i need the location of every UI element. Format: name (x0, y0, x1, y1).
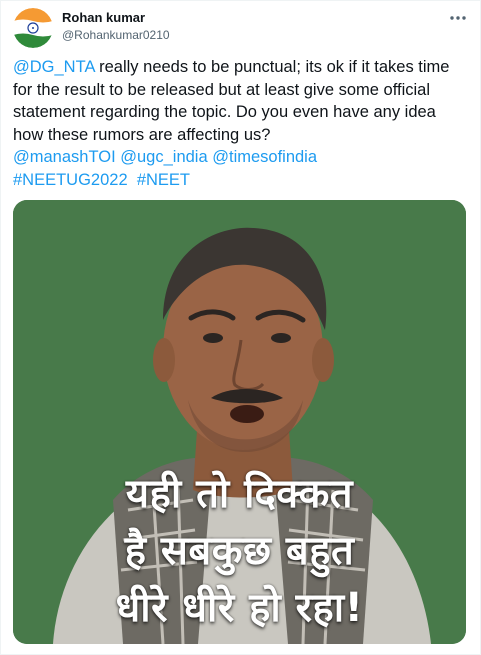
author-handle[interactable]: @Rohankumar0210 (62, 27, 170, 43)
tweet-media[interactable]: यही तो दिक्कत है सबकुछ बहुत धीरे धीरे हो… (13, 200, 466, 644)
meme-caption-line-1: यही तो दिक्कत (125, 471, 354, 517)
tweet-mentions: @manashTOI @ugc_india @timesofindia (13, 146, 469, 169)
mention-ugc-india[interactable]: @ugc_india (120, 148, 207, 166)
tweet-header: Rohan kumar @Rohankumar0210 (13, 8, 468, 48)
more-options-icon[interactable] (448, 10, 468, 26)
meme-caption-line-3: धीरे धीरे हो रहा! (115, 585, 364, 631)
hashtag-neetug2022[interactable]: #NEETUG2022 (13, 171, 128, 189)
tweet-text: @DG_NTA really needs to be punctual; its… (13, 56, 469, 191)
india-flag-avatar[interactable] (13, 8, 53, 48)
tweet-hashtags: #NEETUG2022 #NEET (13, 169, 469, 192)
tweet-body-paragraph: @DG_NTA really needs to be punctual; its… (13, 56, 469, 146)
tweet-card: Rohan kumar @Rohankumar0210 @DG_NTA real… (0, 0, 481, 655)
mention-timesofindia[interactable]: @timesofindia (212, 148, 317, 166)
meme-image (13, 200, 466, 644)
meme-caption-line-2: है सबकुछ बहुत (124, 528, 355, 574)
hashtag-neet[interactable]: #NEET (137, 171, 190, 189)
author-display-name[interactable]: Rohan kumar (62, 10, 170, 26)
author-names: Rohan kumar @Rohankumar0210 (62, 10, 170, 43)
mention-dg-nta[interactable]: @DG_NTA (13, 58, 95, 76)
mention-manashtoi[interactable]: @manashTOI (13, 148, 116, 166)
